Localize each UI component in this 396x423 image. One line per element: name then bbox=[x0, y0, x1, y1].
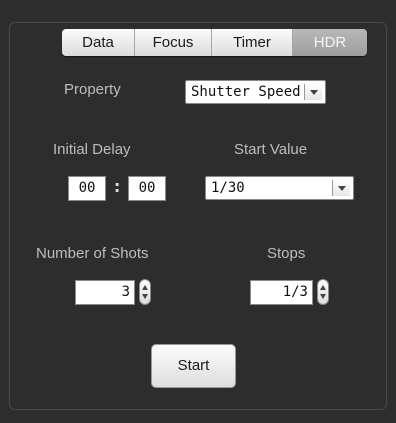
start-value-select[interactable]: 1/30 bbox=[205, 176, 354, 200]
tab-timer[interactable]: Timer bbox=[212, 29, 293, 56]
property-label: Property bbox=[64, 81, 121, 98]
delay-seconds-field[interactable]: 00 bbox=[128, 176, 166, 201]
start-button[interactable]: Start bbox=[151, 344, 236, 388]
hdr-window: Data Focus Timer HDR Property Shutter Sp… bbox=[0, 0, 396, 423]
number-of-shots-field[interactable]: 3 bbox=[75, 280, 135, 305]
number-of-shots-stepper[interactable] bbox=[139, 279, 151, 305]
tab-bar: Data Focus Timer HDR bbox=[62, 29, 367, 56]
stepper-up-icon[interactable] bbox=[320, 285, 326, 290]
tab-hdr[interactable]: HDR bbox=[293, 29, 367, 56]
start-value-value: 1/30 bbox=[211, 180, 245, 196]
hdr-panel: Data Focus Timer HDR Property Shutter Sp… bbox=[9, 22, 387, 410]
number-of-shots-label: Number of Shots bbox=[36, 245, 149, 262]
tab-focus[interactable]: Focus bbox=[135, 29, 212, 56]
stepper-down-icon[interactable] bbox=[320, 294, 326, 299]
stops-stepper[interactable] bbox=[317, 279, 329, 305]
stops-field[interactable]: 1/3 bbox=[250, 280, 313, 305]
delay-minutes-field[interactable]: 00 bbox=[68, 176, 106, 201]
stepper-down-icon[interactable] bbox=[142, 294, 148, 299]
start-value-label: Start Value bbox=[234, 141, 308, 158]
delay-separator: : bbox=[112, 177, 123, 197]
stepper-up-icon[interactable] bbox=[142, 285, 148, 290]
property-value: Shutter Speed bbox=[191, 84, 301, 100]
chevron-down-icon[interactable] bbox=[304, 84, 322, 100]
initial-delay-label: Initial Delay bbox=[53, 141, 131, 158]
tab-data[interactable]: Data bbox=[62, 29, 135, 56]
stops-label: Stops bbox=[267, 245, 306, 262]
chevron-down-icon[interactable] bbox=[332, 180, 350, 196]
property-select[interactable]: Shutter Speed bbox=[185, 80, 326, 104]
